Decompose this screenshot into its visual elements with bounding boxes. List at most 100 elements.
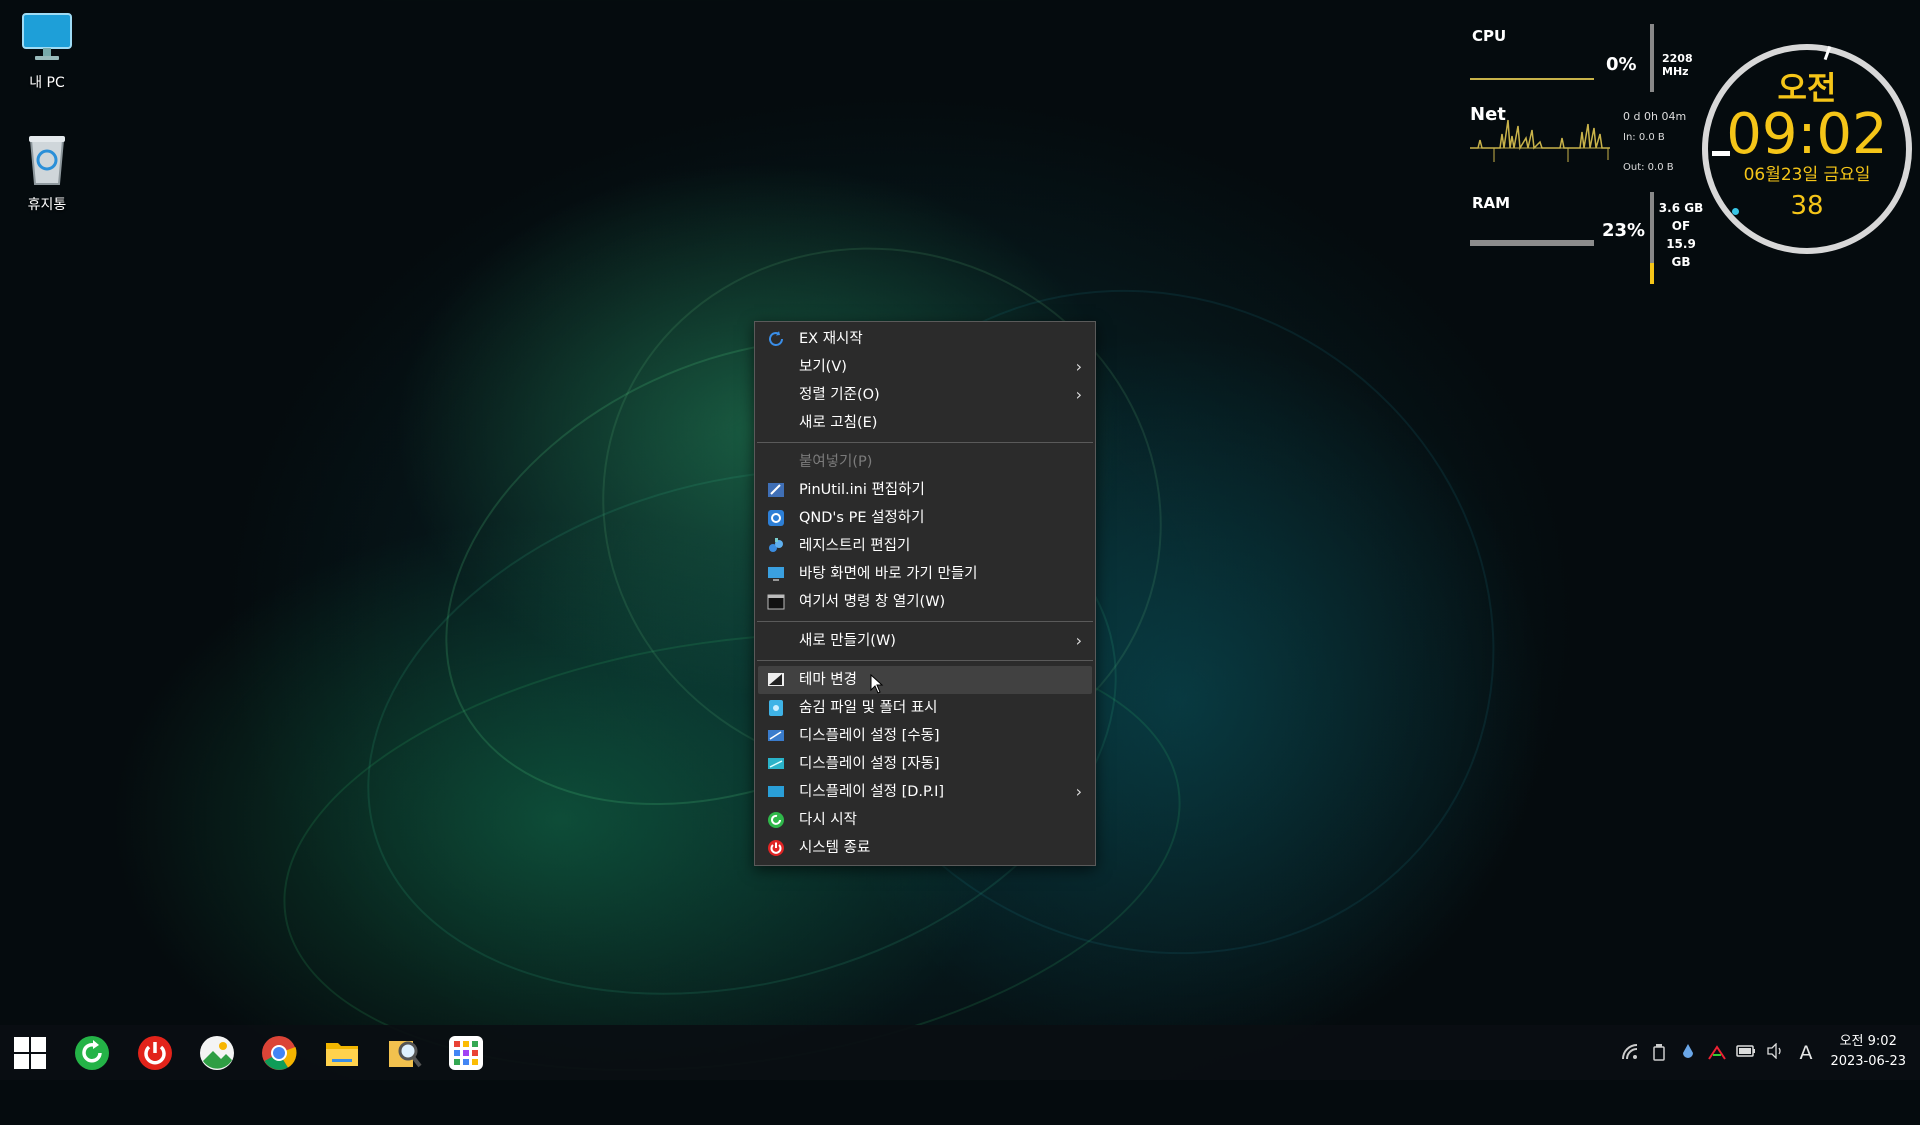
volume-icon[interactable] bbox=[1765, 1042, 1785, 1063]
menu-item-ex-restart[interactable]: EX 재시작 bbox=[758, 325, 1092, 353]
usb-drive-icon[interactable] bbox=[1649, 1043, 1669, 1063]
windows-icon bbox=[14, 1037, 46, 1069]
menu-item-display-settings-dpi[interactable]: 디스플레이 설정 [D.P.I] › bbox=[758, 778, 1092, 806]
menu-item-paste: 붙여넣기(P) bbox=[758, 448, 1092, 476]
restart-icon bbox=[75, 1036, 109, 1070]
menu-separator bbox=[757, 621, 1093, 622]
clock-seconds: 38 bbox=[1790, 191, 1824, 221]
menu-separator bbox=[757, 442, 1093, 443]
ram-bar-fill bbox=[1650, 262, 1654, 284]
clock-tick-top bbox=[1823, 45, 1832, 61]
shortcut-icon bbox=[767, 565, 785, 583]
app-tray-icon[interactable] bbox=[1707, 1043, 1727, 1063]
taskbar-restart-button[interactable] bbox=[74, 1035, 110, 1071]
menu-item-label: 디스플레이 설정 [자동] bbox=[799, 756, 940, 772]
menu-item-edit-pinutil[interactable]: PinUtil.ini 편집하기 bbox=[758, 476, 1092, 504]
cpu-label: CPU bbox=[1472, 27, 1507, 45]
ram-bar bbox=[1650, 192, 1654, 284]
menu-item-new[interactable]: 새로 만들기(W) › bbox=[758, 627, 1092, 655]
ram-of: OF bbox=[1671, 219, 1691, 233]
chevron-right-icon: › bbox=[1075, 631, 1082, 650]
ram-label: RAM bbox=[1472, 194, 1511, 212]
menu-item-label: 디스플레이 설정 [수동] bbox=[799, 728, 940, 744]
cpu-percent: 0% bbox=[1606, 54, 1637, 75]
ime-indicator[interactable]: A bbox=[1796, 1043, 1816, 1063]
ram-used: 3.6 GB bbox=[1658, 201, 1704, 215]
menu-item-sort-by[interactable]: 정렬 기준(O) › bbox=[758, 381, 1092, 409]
clock-time: 09:02 bbox=[1726, 102, 1888, 167]
menu-item-label: 테마 변경 bbox=[799, 672, 857, 688]
ram-total: 15.9 GB bbox=[1666, 237, 1696, 269]
menu-item-label: 시스템 종료 bbox=[799, 840, 871, 856]
start-button[interactable] bbox=[12, 1035, 48, 1071]
taskbar-time: 오전 9:02 bbox=[1839, 1034, 1897, 1049]
folder-icon bbox=[326, 1043, 358, 1066]
ram-graph bbox=[1470, 240, 1594, 246]
clock-date: 06월23일 금요일 bbox=[1743, 165, 1871, 185]
display-icon bbox=[767, 727, 785, 745]
desktop-icon-recycle-bin[interactable]: 휴지통 bbox=[5, 132, 89, 214]
menu-item-qnd-pe-settings[interactable]: QND's PE 설정하기 bbox=[758, 504, 1092, 532]
menu-item-refresh[interactable]: 새로 고침(E) bbox=[758, 409, 1092, 437]
taskbar-file-explorer-button[interactable] bbox=[324, 1035, 360, 1071]
taskbar-apps-button[interactable] bbox=[448, 1035, 484, 1071]
menu-item-label: 디스플레이 설정 [D.P.I] bbox=[799, 784, 945, 800]
desktop-icon-label: 휴지통 bbox=[27, 197, 67, 213]
menu-item-label: 다시 시작 bbox=[799, 812, 857, 828]
taskbar-photos-button[interactable] bbox=[199, 1035, 235, 1071]
menu-item-label: 붙여넣기(P) bbox=[799, 454, 873, 470]
desktop-context-menu: EX 재시작 보기(V) › 정렬 기준(O) › 새로 고침(E) 붙여넣기(… bbox=[754, 321, 1096, 866]
edit-icon bbox=[767, 481, 785, 499]
menu-item-change-theme[interactable]: 테마 변경 bbox=[758, 666, 1092, 694]
app-grid-icon bbox=[449, 1036, 483, 1070]
taskbar: A 오전 9:02 2023-06-23 bbox=[0, 1025, 1920, 1080]
menu-item-label: QND's PE 설정하기 bbox=[799, 510, 925, 526]
menu-item-shutdown[interactable]: 시스템 종료 bbox=[758, 834, 1092, 862]
taskbar-search-tool-button[interactable] bbox=[386, 1035, 422, 1071]
battery-icon[interactable] bbox=[1736, 1043, 1756, 1063]
menu-item-create-shortcut[interactable]: 바탕 화면에 바로 가기 만들기 bbox=[758, 560, 1092, 588]
taskbar-chrome-button[interactable] bbox=[261, 1035, 297, 1071]
monitor-icon bbox=[19, 10, 75, 66]
menu-item-registry-editor[interactable]: 레지스트리 편집기 bbox=[758, 532, 1092, 560]
net-graph bbox=[1470, 119, 1610, 162]
menu-item-label: PinUtil.ini 편집하기 bbox=[799, 482, 925, 498]
desktop-icon-label: 내 PC bbox=[29, 75, 65, 91]
menu-item-restart[interactable]: 다시 시작 bbox=[758, 806, 1092, 834]
taskbar-clock[interactable]: 오전 9:02 2023-06-23 bbox=[1830, 1032, 1906, 1072]
taskbar-date: 2023-06-23 bbox=[1830, 1054, 1906, 1069]
menu-item-label: 새로 고침(E) bbox=[799, 415, 878, 431]
menu-item-open-command-window[interactable]: 여기서 명령 창 열기(W) bbox=[758, 588, 1092, 616]
menu-item-label: 새로 만들기(W) bbox=[799, 633, 896, 649]
hidden-files-icon bbox=[767, 699, 785, 717]
chrome-icon bbox=[262, 1036, 297, 1070]
taskbar-shutdown-button[interactable] bbox=[137, 1035, 173, 1071]
menu-item-view[interactable]: 보기(V) › bbox=[758, 353, 1092, 381]
display-auto-icon bbox=[767, 755, 785, 773]
chevron-right-icon: › bbox=[1075, 385, 1082, 404]
refresh-icon bbox=[767, 330, 785, 348]
clock-tick-left bbox=[1712, 151, 1730, 156]
menu-item-label: 보기(V) bbox=[799, 359, 847, 375]
menu-item-display-settings-manual[interactable]: 디스플레이 설정 [수동] bbox=[758, 722, 1092, 750]
menu-item-show-hidden-files[interactable]: 숨김 파일 및 폴더 표시 bbox=[758, 694, 1092, 722]
drop-icon[interactable] bbox=[1678, 1043, 1698, 1063]
system-monitor-widget: CPU 0% 2208 MHz Net 0 d 0h 04m In: 0.0 B… bbox=[1470, 24, 1703, 284]
menu-item-label: 숨김 파일 및 폴더 표시 bbox=[799, 700, 938, 716]
theme-icon bbox=[767, 671, 785, 689]
menu-item-label: 정렬 기준(O) bbox=[799, 387, 880, 403]
clock-seconds-dot bbox=[1732, 208, 1739, 215]
menu-item-display-settings-auto[interactable]: 디스플레이 설정 [자동] bbox=[758, 750, 1092, 778]
menu-item-label: 여기서 명령 창 열기(W) bbox=[799, 594, 946, 610]
menu-item-label: 레지스트리 편집기 bbox=[799, 538, 911, 554]
network-icon[interactable] bbox=[1620, 1043, 1640, 1063]
cpu-bar bbox=[1650, 24, 1654, 92]
mouse-cursor bbox=[870, 673, 884, 698]
menu-separator bbox=[757, 660, 1093, 661]
ram-percent: 23% bbox=[1602, 220, 1646, 241]
cpu-frequency: 2208 MHz bbox=[1662, 52, 1693, 78]
desktop-icon-this-pc[interactable]: 내 PC bbox=[5, 10, 89, 92]
photos-icon bbox=[200, 1036, 234, 1070]
net-in: In: 0.0 B bbox=[1623, 132, 1665, 143]
terminal-icon bbox=[767, 593, 785, 611]
